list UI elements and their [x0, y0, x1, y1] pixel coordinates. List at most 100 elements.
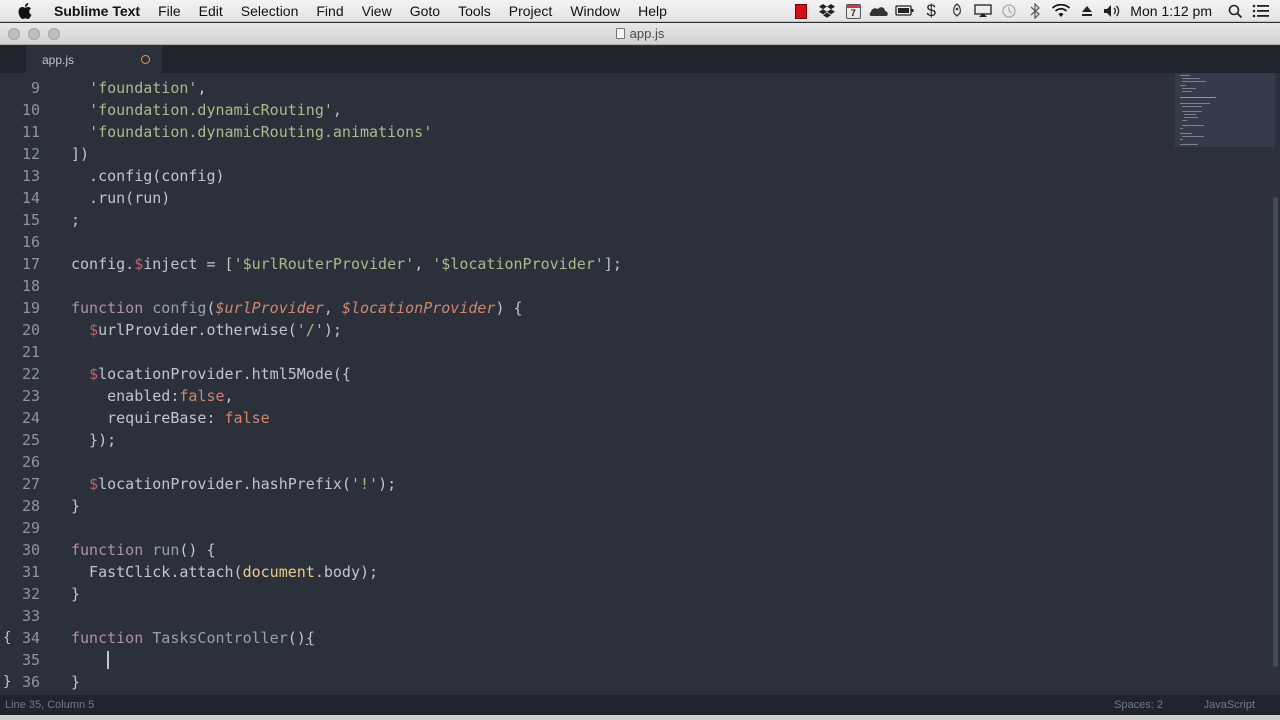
fold-marker-open[interactable]: { [3, 627, 11, 649]
code-editor[interactable]: 9 10 11 12 13 14 15 16 17 18 19 20 21 22… [0, 73, 1280, 695]
rocket-icon[interactable] [944, 0, 970, 22]
code-line[interactable]: FastClick.attach(document.body); [71, 561, 378, 583]
line-number: 22 [21, 365, 40, 383]
menu-bar: Sublime Text File Edit Selection Find Vi… [0, 0, 1280, 22]
code-line[interactable]: .run(run) [71, 187, 170, 209]
menu-app-name[interactable]: Sublime Text [54, 0, 149, 22]
line-number: 31 [21, 563, 40, 581]
code-line[interactable]: 'foundation.dynamicRouting', [71, 99, 342, 121]
code-line[interactable]: 'foundation', [71, 77, 206, 99]
line-number: 10 [21, 101, 40, 119]
battery-icon[interactable] [892, 0, 918, 22]
code-line[interactable]: function config($urlProvider, $locationP… [71, 297, 523, 319]
apple-menu-icon[interactable] [18, 2, 40, 19]
line-number: 20 [21, 321, 40, 339]
menu-goto[interactable]: Goto [401, 0, 449, 22]
line-number: 30 [21, 541, 40, 559]
cloud-icon[interactable] [866, 0, 892, 22]
code-line[interactable]: ; [71, 209, 80, 231]
menu-window[interactable]: Window [561, 0, 629, 22]
line-number: 25 [21, 431, 40, 449]
volume-icon[interactable] [1100, 0, 1126, 22]
record-icon[interactable] [788, 0, 814, 22]
eject-icon[interactable] [1074, 0, 1100, 22]
menubar-clock[interactable]: Mon 1:12 pm [1126, 3, 1222, 19]
line-number: 11 [21, 123, 40, 141]
code-line[interactable]: config.$inject = ['$urlRouterProvider', … [71, 253, 622, 275]
code-line[interactable]: enabled:false, [71, 385, 233, 407]
time-machine-icon[interactable] [996, 0, 1022, 22]
line-number: 32 [21, 585, 40, 603]
code-line[interactable]: } [71, 495, 80, 517]
fold-marker-close[interactable]: } [3, 671, 11, 693]
status-bar: Line 35, Column 5 Spaces: 2 JavaScript [0, 695, 1280, 715]
tab-label: app.js [42, 52, 75, 67]
calendar-day: 7 [850, 7, 856, 18]
calendar-icon[interactable]: 7 [840, 0, 866, 22]
document-icon [615, 28, 625, 39]
line-number: 23 [21, 387, 40, 405]
code-line[interactable]: $urlProvider.otherwise('/'); [71, 319, 342, 341]
line-number: 13 [21, 167, 40, 185]
code-line[interactable]: 'foundation.dynamicRouting.animations' [71, 121, 432, 143]
line-number: 12 [21, 145, 40, 163]
status-menu-area: 7 $ Mon 1:12 pm [788, 0, 1280, 22]
line-number: 26 [21, 453, 40, 471]
line-number: 27 [21, 475, 40, 493]
text-cursor [107, 651, 109, 669]
code-line[interactable]: } [71, 583, 80, 605]
menu-file[interactable]: File [149, 0, 190, 22]
menu-project[interactable]: Project [500, 0, 562, 22]
vertical-scrollbar[interactable] [1273, 197, 1278, 667]
syntax-selector[interactable]: JavaScript [1204, 699, 1255, 711]
spotlight-search-icon[interactable] [1222, 0, 1248, 22]
line-number: 19 [21, 299, 40, 317]
airplay-icon[interactable] [970, 0, 996, 22]
close-window-button[interactable] [8, 28, 20, 40]
line-number: 24 [21, 409, 40, 427]
code-line[interactable]: function run() { [71, 539, 216, 561]
notification-center-icon[interactable] [1248, 0, 1274, 22]
cursor-position: Line 35, Column 5 [5, 699, 95, 711]
tab-bar: app.js [0, 46, 1280, 73]
screen-edge [0, 715, 1280, 720]
line-number: 29 [21, 519, 40, 537]
menu-edit[interactable]: Edit [190, 0, 232, 22]
window-title-bar[interactable]: app.js [0, 23, 1280, 45]
code-line[interactable]: ]) [71, 143, 89, 165]
line-number: 28 [21, 497, 40, 515]
minimap[interactable] [1175, 73, 1275, 147]
window-controls [8, 28, 60, 40]
unsaved-indicator-icon[interactable] [141, 55, 150, 64]
indentation-setting[interactable]: Spaces: 2 [1114, 699, 1163, 711]
code-line[interactable]: $locationProvider.html5Mode({ [71, 363, 351, 385]
code-line[interactable]: } [71, 671, 80, 693]
line-number: 33 [21, 607, 40, 625]
zoom-window-button[interactable] [48, 28, 60, 40]
tab-app-js[interactable]: app.js [26, 46, 162, 73]
code-line[interactable]: requireBase: false [71, 407, 270, 429]
code-line[interactable]: .config(config) [71, 165, 224, 187]
line-number: 9 [30, 79, 40, 97]
line-number: 21 [21, 343, 40, 361]
code-line[interactable]: }); [71, 429, 116, 451]
menu-tools[interactable]: Tools [449, 0, 500, 22]
line-number: 17 [21, 255, 40, 273]
bluetooth-icon[interactable] [1022, 0, 1048, 22]
code-line[interactable]: function TasksController(){ [71, 627, 315, 649]
line-number: 15 [21, 211, 40, 229]
menu-find[interactable]: Find [307, 0, 352, 22]
dropbox-icon[interactable] [814, 0, 840, 22]
wifi-icon[interactable] [1048, 0, 1074, 22]
line-number: 18 [21, 277, 40, 295]
menu-help[interactable]: Help [629, 0, 676, 22]
menu-view[interactable]: View [353, 0, 401, 22]
menu-selection[interactable]: Selection [232, 0, 308, 22]
window-title: app.js [629, 26, 665, 41]
code-line[interactable]: $locationProvider.hashPrefix('!'); [71, 473, 396, 495]
line-number: 35 [21, 651, 40, 669]
line-number: 14 [21, 189, 40, 207]
minimize-window-button[interactable] [28, 28, 40, 40]
dollar-icon[interactable]: $ [918, 0, 944, 22]
line-number: 16 [21, 233, 40, 251]
